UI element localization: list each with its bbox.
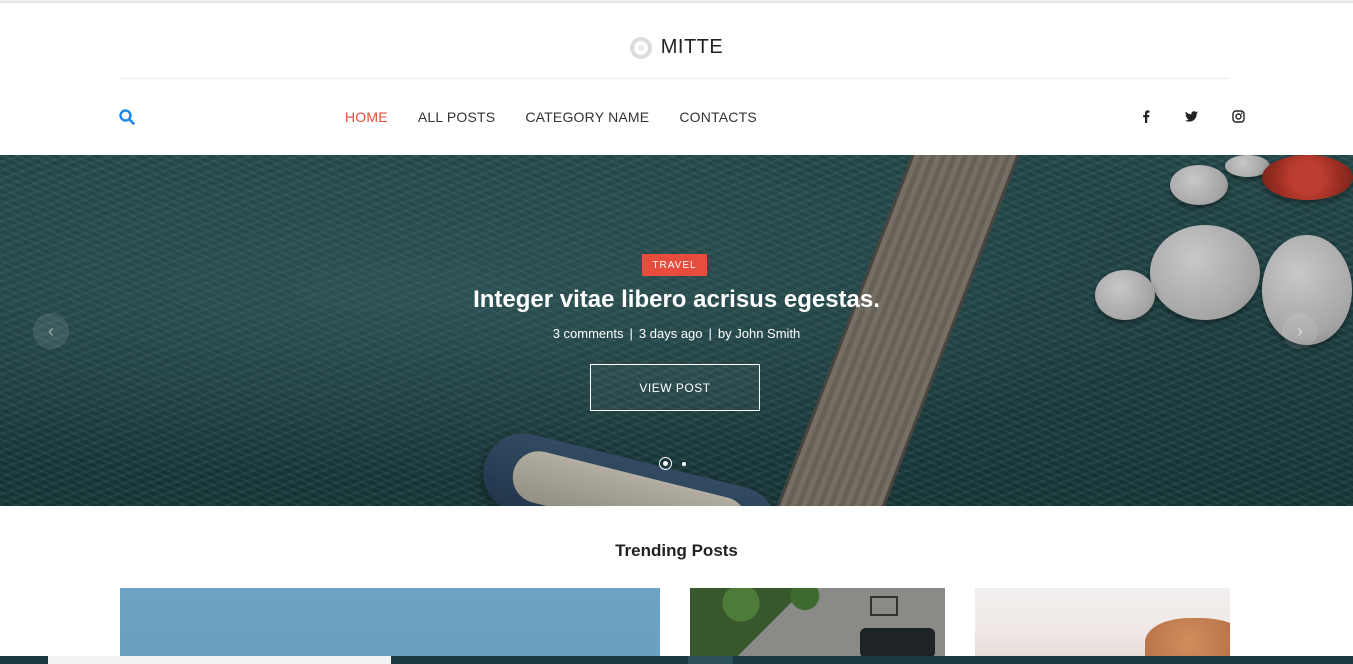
meta-separator: | [708, 326, 712, 341]
post-meta: 3 comments | 3 days ago | by John Smith [0, 326, 1353, 341]
brand-name: MITTE [660, 36, 724, 58]
facebook-icon[interactable] [1139, 109, 1153, 123]
trending-card-image[interactable] [690, 588, 945, 664]
hero-title[interactable]: Integer vitae libero acrisus egestas. [0, 286, 1353, 314]
nav-item-all-posts[interactable]: ALL POSTS [418, 109, 496, 125]
taskbar-search-field[interactable] [48, 656, 391, 664]
nav-item-category-name[interactable]: CATEGORY NAME [525, 109, 649, 125]
nav-item-home[interactable]: HOME [345, 109, 388, 125]
header-divider [120, 78, 1230, 79]
hero-slider[interactable]: TRAVEL Integer vitae libero acrisus eges… [0, 155, 1353, 506]
twitter-icon[interactable] [1184, 109, 1198, 123]
main-nav: HOME ALL POSTS CATEGORY NAME CONTACTS [345, 109, 787, 125]
meta-separator: | [629, 326, 633, 341]
view-post-button[interactable]: VIEW POST [590, 364, 760, 411]
slider-dot[interactable] [682, 462, 686, 466]
section-title: Trending Posts [615, 541, 738, 560]
nav-item-contacts[interactable]: CONTACTS [679, 109, 757, 125]
post-author[interactable]: by John Smith [718, 326, 800, 341]
logo-icon [629, 36, 652, 59]
category-badge[interactable]: TRAVEL [642, 254, 707, 276]
trending-card-image[interactable] [120, 588, 660, 664]
search-icon[interactable] [118, 108, 136, 126]
next-slide-arrow-icon[interactable]: › [1282, 313, 1318, 349]
trending-card-image[interactable] [975, 588, 1230, 664]
prev-slide-arrow-icon[interactable]: ‹ [33, 313, 69, 349]
brand[interactable]: MITTE [0, 36, 1353, 59]
post-comments[interactable]: 3 comments [553, 326, 624, 341]
taskbar-app[interactable] [688, 656, 733, 664]
instagram-icon[interactable] [1231, 109, 1245, 123]
hero-content: TRAVEL Integer vitae libero acrisus eges… [0, 155, 1353, 506]
site-header: MITTE HOME ALL POSTS CATEGORY NAME CONTA… [0, 3, 1353, 155]
slider-dot-active[interactable] [659, 457, 672, 470]
post-date: 3 days ago [638, 326, 703, 341]
